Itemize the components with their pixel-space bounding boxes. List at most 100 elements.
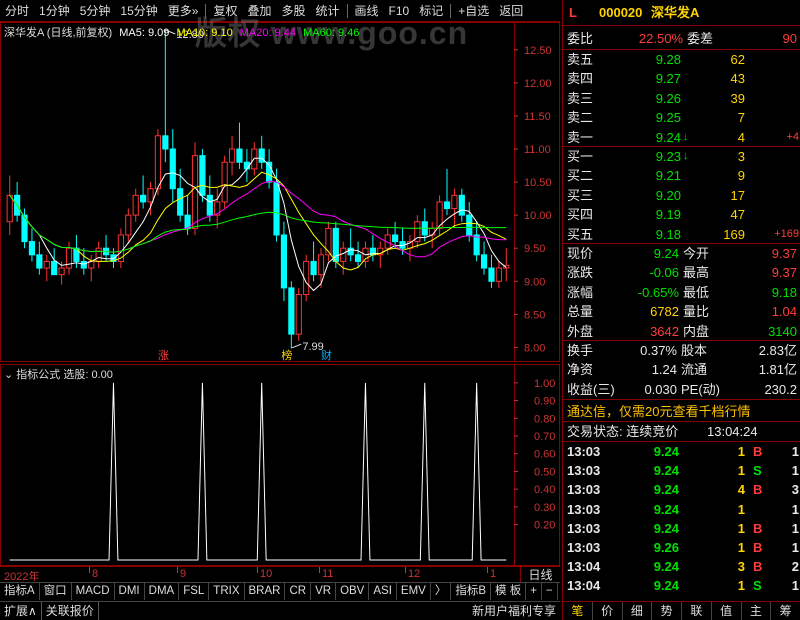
bang-marker[interactable]: 榜 <box>281 348 292 362</box>
toolbar-1-button[interactable]: 1分钟 <box>34 0 75 22</box>
stat-label: 股本 <box>681 343 708 358</box>
indicator-tab-1[interactable]: 窗口 <box>40 583 72 600</box>
related-quote-button[interactable]: 关联报价 <box>42 602 99 620</box>
detail-tab-6[interactable]: 主 <box>742 602 772 620</box>
indicator-tab-3[interactable]: DMI <box>115 583 145 600</box>
indicator-tab-4[interactable]: DMA <box>145 583 180 600</box>
indicator-tab-8[interactable]: CR <box>285 583 312 600</box>
indicator-tab-11[interactable]: ASI <box>369 583 397 600</box>
bids-row[interactable]: 买四 9.19 47 <box>563 205 800 224</box>
indicator-tab-0[interactable]: 指标A <box>0 583 40 600</box>
y-tick-label: 11.50 <box>524 111 551 123</box>
detail-tab-2[interactable]: 细 <box>623 602 653 620</box>
indicator-tab-12[interactable]: EMV <box>397 583 431 600</box>
quote-row: 涨幅 -0.65% 最低 9.18 <box>563 283 800 302</box>
candle-body <box>458 194 465 216</box>
stats-row: 换手 0.37% 股本 2.83亿 <box>563 341 800 360</box>
quote-label: 外盘 <box>567 323 594 339</box>
order-label: 卖二 <box>567 110 594 126</box>
order-volume: 7 <box>737 110 745 126</box>
stat-label: PE(动) <box>681 381 721 397</box>
asks-row[interactable]: 卖四 9.27 43 <box>563 69 800 88</box>
chart-title[interactable]: 深华发A (日线,前复权) <box>4 27 112 39</box>
quote-label: 最高 <box>683 265 710 281</box>
quote-row: 现价 9.24 今开 9.37 <box>563 244 800 263</box>
indicator-tab-6[interactable]: TRIX <box>209 583 245 600</box>
tick-time: 13:03 <box>567 540 601 555</box>
date-tick-label: 1 <box>490 568 497 580</box>
asks-row[interactable]: 卖五 9.28 62 <box>563 50 800 69</box>
tick-row: 13:03 9.24 1 1 <box>563 500 800 519</box>
detail-tab-7[interactable]: 筹 <box>771 602 800 620</box>
candle-body <box>206 194 213 216</box>
date-tick-mark <box>89 567 90 573</box>
stat-label: 净资 <box>567 362 594 378</box>
bids-row[interactable]: 买五 9.18 169 +169 <box>563 225 800 244</box>
stat-value: 2.83亿 <box>758 343 797 358</box>
date-tick-mark <box>257 567 258 573</box>
tick-row: 13:03 9.24 4 B 3 <box>563 480 800 499</box>
promo-banner[interactable]: 通达信，仅需20元查看千档行情 <box>563 402 800 421</box>
zhang-marker[interactable]: 涨 <box>158 349 169 362</box>
indicator-chevron-icon[interactable]: ⌄ <box>4 369 13 381</box>
detail-tab-5[interactable]: 值 <box>712 602 742 620</box>
stock-code: 000020 <box>599 5 643 20</box>
indicator-y-tick-label: 0.60 <box>534 449 555 461</box>
detail-tab-0[interactable]: 笔 <box>563 602 593 620</box>
detail-tab-3[interactable]: 势 <box>652 602 682 620</box>
indicator-tab-13[interactable]: 〉 <box>431 583 452 600</box>
tick-volume: 1 <box>737 540 745 555</box>
toolbar-13-button[interactable]: 返回 <box>494 0 528 22</box>
tick-volume: 1 <box>737 444 745 459</box>
candle-body <box>58 267 65 276</box>
toolbar-3-button[interactable]: 15分钟 <box>115 0 162 22</box>
order-label: 买四 <box>567 207 594 223</box>
tick-side: S <box>753 463 762 479</box>
indicator-tab-16[interactable]: + <box>526 583 542 600</box>
detail-tab-4[interactable]: 联 <box>682 602 712 620</box>
tick-volume: 1 <box>737 520 745 536</box>
order-label: 卖五 <box>567 52 594 67</box>
indicator-tab-17[interactable]: − <box>542 583 558 600</box>
asks-row[interactable]: 卖二 9.25 7 <box>563 108 800 127</box>
indicator-chart[interactable]: 1.00 0.90 0.80 0.70 0.60 0.50 0.40 0.30 0.20 <box>0 364 560 566</box>
order-volume: 39 <box>730 90 745 106</box>
indicator-tab-7[interactable]: BRAR <box>245 583 286 600</box>
bids-row[interactable]: 买二 9.21 9 <box>563 166 800 185</box>
order-change: +169 <box>774 227 799 240</box>
tick-count: 1 <box>791 501 799 517</box>
order-price: 9.24 <box>655 129 681 145</box>
asks-row[interactable]: 卖三 9.26 39 <box>563 89 800 108</box>
y-tick-label: 9.00 <box>524 276 545 288</box>
asks-row[interactable]: 卖一 9.24 ↓ 4 +4 <box>563 128 800 147</box>
indicator-tab-15[interactable]: 模 板 <box>491 583 527 600</box>
indicator-tab-9[interactable]: VR <box>311 583 337 600</box>
bids-row[interactable]: 买一 9.23 ↓ 3 <box>563 147 800 166</box>
period-button[interactable]: 日线 <box>520 566 560 582</box>
indicator-title[interactable]: 指标公式 <box>16 369 60 381</box>
expand-button[interactable]: 扩展∧ <box>0 602 42 620</box>
toolbar-0-button[interactable]: 分时 <box>0 0 34 22</box>
indicator-tab-5[interactable]: FSL <box>179 583 210 600</box>
trade-status: 交易状态: 连续竞价 13:04:24 <box>563 422 800 441</box>
candle-body <box>310 260 317 276</box>
date-tick-label: 8 <box>92 568 99 580</box>
cai-marker[interactable]: 财 <box>321 348 332 362</box>
tick-time: 13:04 <box>567 559 601 575</box>
indicator-tab-10[interactable]: OBV <box>336 583 370 600</box>
quote-value: 9.24 <box>653 246 679 261</box>
y-tick-label: 8.00 <box>524 342 545 354</box>
candle-body <box>6 194 13 223</box>
tick-price: 9.24 <box>653 444 679 459</box>
candle-body <box>488 267 495 282</box>
tick-side: B <box>753 540 763 555</box>
new-user-promo[interactable]: 新用户福利专享 <box>468 602 560 620</box>
ma5-label: MA5: 9.09 <box>119 27 170 39</box>
bids-row[interactable]: 买三 9.20 17 <box>563 186 800 205</box>
toolbar-2-button[interactable]: 5分钟 <box>75 0 116 22</box>
tick-time: 13:03 <box>567 463 601 479</box>
candlestick-chart[interactable]: 12.50 12.00 11.50 11.00 10.50 10.00 9.50 9.00 8.… <box>0 22 560 362</box>
indicator-tab-2[interactable]: MACD <box>72 583 115 600</box>
detail-tab-1[interactable]: 价 <box>593 602 623 620</box>
indicator-tab-14[interactable]: 指标B <box>451 583 491 600</box>
